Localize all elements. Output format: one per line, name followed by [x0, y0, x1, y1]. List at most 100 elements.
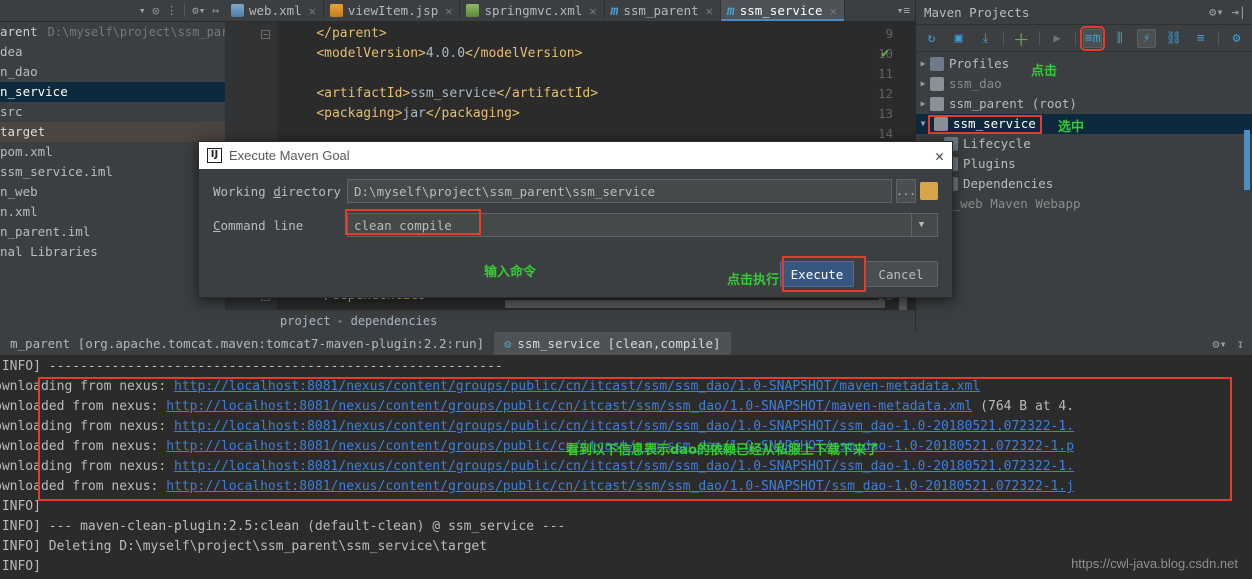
toggle-skip-tests-icon[interactable]: ⚡: [1137, 28, 1157, 48]
editor-tab-label: ssm_service: [739, 3, 823, 18]
xml-text: [285, 26, 316, 41]
project-tree-row-path: D:\myself\project\ssm_pare: [47, 25, 225, 39]
hide-panel-icon[interactable]: ⇥|: [1232, 5, 1246, 19]
chevron-down-icon[interactable]: ▼: [911, 213, 931, 237]
maven-tree-row[interactable]: ▶ ssm_dao: [916, 74, 1252, 94]
code-fold-icon[interactable]: −: [261, 30, 270, 39]
chevron-down-icon[interactable]: ▾: [139, 5, 146, 16]
project-tree-row[interactable]: target: [0, 122, 225, 142]
collapse-all-icon[interactable]: ⋮: [166, 5, 177, 16]
generate-sources-icon[interactable]: ▣: [949, 29, 968, 48]
line-number: 9: [885, 26, 893, 41]
ide-window: ▾ ◎ ⋮ ⚙▾ ↦ arent D:\myself\project\ssm_pa…: [0, 0, 1252, 579]
console-link[interactable]: http://localhost:8081/nexus/content/grou…: [166, 399, 972, 414]
console-tools[interactable]: ⚙▾ ↧: [1212, 337, 1252, 351]
maven-settings-icon[interactable]: ⚙: [1227, 29, 1246, 48]
project-tree-row[interactable]: arent D:\myself\project\ssm_pare: [0, 22, 225, 42]
download-sources-icon[interactable]: ⤓: [976, 29, 995, 48]
gear-icon[interactable]: ⚙▾: [192, 5, 205, 16]
maven-panel-title: Maven Projects: [924, 4, 1030, 20]
maven-tree-row[interactable]: ▶ Profiles: [916, 54, 1252, 74]
console-tab-label: ssm_service [clean,compile]: [517, 336, 721, 351]
close-icon[interactable]: ✕: [445, 4, 452, 18]
xml-text: [285, 86, 316, 101]
project-tree-row[interactable]: nal Libraries: [0, 242, 225, 262]
collapse-all-icon[interactable]: ≡: [1191, 29, 1210, 48]
maven-tree-row[interactable]: ssm_web Maven Webapp: [916, 194, 1252, 214]
console-link[interactable]: http://localhost:8081/nexus/content/grou…: [166, 479, 1074, 494]
console-link[interactable]: http://localhost:8081/nexus/content/grou…: [174, 419, 1074, 434]
tab-list-button[interactable]: ▾≡: [897, 0, 915, 21]
editor-tab[interactable]: springmvc.xml ✕: [460, 0, 605, 21]
project-tree-row[interactable]: n.xml: [0, 202, 225, 222]
watermark: https://cwl-java.blog.csdn.net: [1071, 556, 1238, 571]
editor-tab[interactable]: m ssm_service ✕: [720, 0, 845, 21]
close-icon[interactable]: ✕: [830, 4, 837, 18]
project-tree-row[interactable]: n_dao: [0, 62, 225, 82]
reimport-icon[interactable]: ↻: [922, 29, 941, 48]
maven-tree-row-content: ssm_parent (root): [930, 94, 1077, 114]
close-icon[interactable]: ✕: [589, 4, 596, 18]
project-panel-toolbar: ▾ ◎ ⋮ ⚙▾ ↦: [0, 0, 225, 22]
console-line-text: [INFO] --- maven-clean-plugin:2.5:clean …: [0, 519, 566, 534]
editor-tab[interactable]: viewItem.jsp ✕: [324, 0, 461, 21]
project-tree-row[interactable]: n_web: [0, 182, 225, 202]
project-tree[interactable]: arent D:\myself\project\ssm_pare dea n_dao n…: [0, 22, 225, 332]
close-icon[interactable]: ✕: [706, 4, 713, 18]
working-directory-input[interactable]: D:\myself\project\ssm_parent\ssm_service: [347, 179, 892, 203]
breadcrumb[interactable]: project ▸ dependencies: [225, 310, 915, 332]
locate-icon[interactable]: ◎: [153, 5, 160, 16]
editor-tab-bar[interactable]: web.xml ✕ viewItem.jsp ✕ springmvc.xml ✕ m ssm_…: [225, 0, 915, 22]
console-output[interactable]: [INFO] ---------------------------------…: [0, 355, 1252, 579]
gear-dropdown-icon[interactable]: ⚙▾: [1209, 5, 1223, 19]
maven-tree-row[interactable]: Plugins: [916, 154, 1252, 174]
toggle-offline-icon[interactable]: ⫼: [1110, 29, 1129, 48]
console-tab-bar[interactable]: m_parent [org.apache.tomcat.maven:tomcat…: [0, 332, 1252, 355]
command-line-input[interactable]: clean compile ▼: [347, 213, 938, 237]
editor-tab[interactable]: web.xml ✕: [225, 0, 324, 21]
maven-tree-row-label: ssm_dao: [949, 76, 1002, 91]
command-line-row: Command line clean compile ▼: [213, 213, 938, 237]
chevron-right-icon[interactable]: ▶: [916, 54, 930, 74]
breadcrumb-item-dependencies[interactable]: dependencies: [351, 314, 438, 328]
run-console-panel: m_parent [org.apache.tomcat.maven:tomcat…: [0, 332, 1252, 579]
project-tree-row[interactable]: src: [0, 102, 225, 122]
breadcrumb-item-project[interactable]: project: [280, 314, 331, 328]
editor-horizontal-scrollbar[interactable]: [505, 300, 885, 308]
hide-panel-icon[interactable]: ↦: [212, 5, 219, 16]
xml-tag: </parent>: [316, 26, 387, 41]
project-tree-row[interactable]: n_service: [0, 82, 225, 102]
execute-button[interactable]: Execute: [780, 261, 854, 287]
maven-tree-row-content: Dependencies: [944, 174, 1053, 194]
maven-tree-row[interactable]: ▶ ssm_parent (root): [916, 94, 1252, 114]
maven-toolbar[interactable]: ↻ ▣ ⤓ ＋ ▶ ≡m ⫼ ⚡ ⛓ ≡ ⚙: [916, 24, 1252, 52]
export-icon[interactable]: ↧: [1237, 337, 1244, 351]
run-icon[interactable]: ▶: [1048, 29, 1067, 48]
close-icon[interactable]: ✕: [935, 147, 944, 165]
execute-maven-goal-icon[interactable]: ≡m: [1080, 25, 1106, 51]
console-link[interactable]: http://localhost:8081/nexus/content/grou…: [174, 459, 1074, 474]
cancel-button[interactable]: Cancel: [864, 261, 938, 287]
maven-panel-scrollbar[interactable]: [1244, 130, 1250, 190]
project-tree-row-label: dea: [0, 44, 23, 59]
project-tree-row[interactable]: pom.xml: [0, 142, 225, 162]
folder-icon[interactable]: [920, 182, 938, 200]
project-tree-row[interactable]: n_parent.iml: [0, 222, 225, 242]
dialog-title-bar: IJ Execute Maven Goal ✕: [199, 142, 952, 169]
close-icon[interactable]: ✕: [309, 4, 316, 18]
console-link[interactable]: http://localhost:8081/nexus/content/grou…: [174, 379, 980, 394]
console-tab[interactable]: ⚙ ssm_service [clean,compile]: [494, 332, 731, 355]
gear-dropdown-icon[interactable]: ⚙▾: [1212, 337, 1226, 351]
add-maven-project-icon[interactable]: ＋: [1012, 29, 1031, 51]
console-tab[interactable]: m_parent [org.apache.tomcat.maven:tomcat…: [0, 332, 494, 355]
project-tree-row[interactable]: dea: [0, 42, 225, 62]
chevron-right-icon[interactable]: ▶: [916, 74, 930, 94]
show-dependencies-icon[interactable]: ⛓: [1164, 29, 1183, 48]
editor-tab[interactable]: m ssm_parent ✕: [605, 0, 721, 21]
project-tree-row[interactable]: ssm_service.iml: [0, 162, 225, 182]
chevron-right-icon[interactable]: ▶: [916, 94, 930, 114]
maven-tree-row[interactable]: Dependencies: [916, 174, 1252, 194]
browse-button[interactable]: ...: [896, 179, 916, 203]
maven-tree-row-content: ssm_dao: [930, 74, 1002, 94]
maven-tree-row[interactable]: Lifecycle: [916, 134, 1252, 154]
